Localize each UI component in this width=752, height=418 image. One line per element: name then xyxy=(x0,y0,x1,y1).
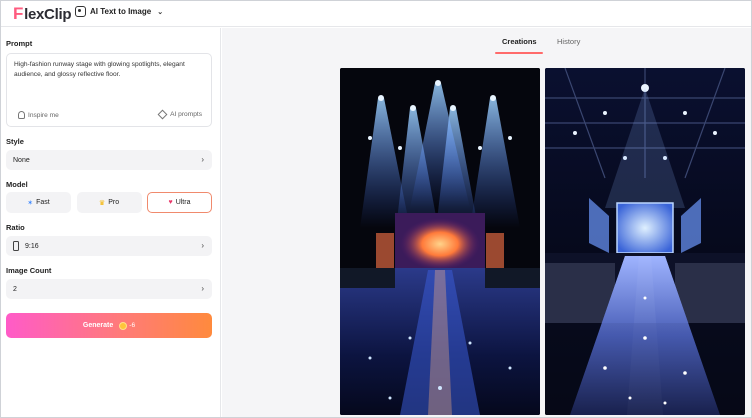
logo-letter: F xyxy=(13,4,24,23)
magic-wand-icon xyxy=(157,109,168,120)
prompt-input[interactable]: High-fashion runway stage with glowing s… xyxy=(6,53,212,127)
tool-dropdown[interactable]: AI Text to Image ⌄ xyxy=(75,6,163,17)
model-pro-button[interactable]: ♛ Pro xyxy=(76,192,142,213)
generate-label: Generate xyxy=(82,322,114,329)
model-ultra-button[interactable]: ♥ Ultra xyxy=(147,192,212,213)
fast-icon: ✶ xyxy=(27,199,34,207)
model-ultra-label: Ultra xyxy=(175,199,191,206)
style-value: None xyxy=(13,156,30,164)
model-label: Model xyxy=(6,180,28,189)
style-label: Style xyxy=(6,137,24,146)
ratio-select[interactable]: 9:16 › xyxy=(6,236,212,256)
image-count-label: Image Count xyxy=(6,266,52,275)
prompt-text[interactable]: High-fashion runway stage with glowing s… xyxy=(14,60,206,80)
generate-cost: -6 xyxy=(129,322,136,329)
generated-image-2[interactable] xyxy=(545,68,745,415)
results-area: Creations History xyxy=(222,28,751,417)
runway-image-1 xyxy=(340,68,540,415)
prompt-label: Prompt xyxy=(6,39,33,48)
tool-name: AI Text to Image xyxy=(90,7,152,16)
ai-prompts-button[interactable]: AI prompts xyxy=(157,109,202,120)
chevron-right-icon: › xyxy=(201,284,204,293)
model-pro-label: Pro xyxy=(108,199,120,206)
runway-image-2 xyxy=(545,68,745,415)
logo-text: lexClip xyxy=(24,5,72,23)
top-bar: F lexClip AI Text to Image ⌄ xyxy=(1,1,751,27)
portrait-ratio-icon xyxy=(13,241,19,251)
image-count-value: 2 xyxy=(13,285,17,293)
ratio-value: 9:16 xyxy=(25,242,39,250)
image-count-select[interactable]: 2 › xyxy=(6,279,212,299)
active-tab-indicator xyxy=(495,52,543,54)
app-window: F lexClip AI Text to Image ⌄ Prompt High… xyxy=(0,0,752,418)
crown-icon: ♛ xyxy=(98,199,106,207)
model-selector: ✶ Fast ♛ Pro ♥ Ultra xyxy=(6,192,212,213)
generated-image-1[interactable] xyxy=(340,68,540,415)
ratio-label: Ratio xyxy=(6,223,25,232)
inspire-me-label: Inspire me xyxy=(28,111,59,119)
model-fast-button[interactable]: ✶ Fast xyxy=(6,192,71,213)
results-tabs: Creations History xyxy=(222,28,751,55)
style-select[interactable]: None › xyxy=(6,150,212,170)
chevron-down-icon: ⌄ xyxy=(157,8,164,16)
heart-icon: ♥ xyxy=(168,199,173,206)
ai-prompts-label: AI prompts xyxy=(170,111,202,118)
inspire-me-button[interactable]: Inspire me xyxy=(18,111,59,119)
chevron-right-icon: › xyxy=(201,241,204,250)
generate-button[interactable]: Generate -6 xyxy=(6,313,212,338)
lightbulb-icon xyxy=(18,111,25,119)
tab-creations[interactable]: Creations xyxy=(502,37,537,46)
credit-coin-icon xyxy=(119,321,128,330)
ai-image-icon xyxy=(75,6,86,17)
chevron-right-icon: › xyxy=(201,155,204,164)
flexclip-logo[interactable]: F lexClip xyxy=(13,4,71,24)
settings-panel: Prompt High-fashion runway stage with gl… xyxy=(1,28,221,417)
model-fast-label: Fast xyxy=(36,199,50,206)
tab-history[interactable]: History xyxy=(557,37,580,46)
